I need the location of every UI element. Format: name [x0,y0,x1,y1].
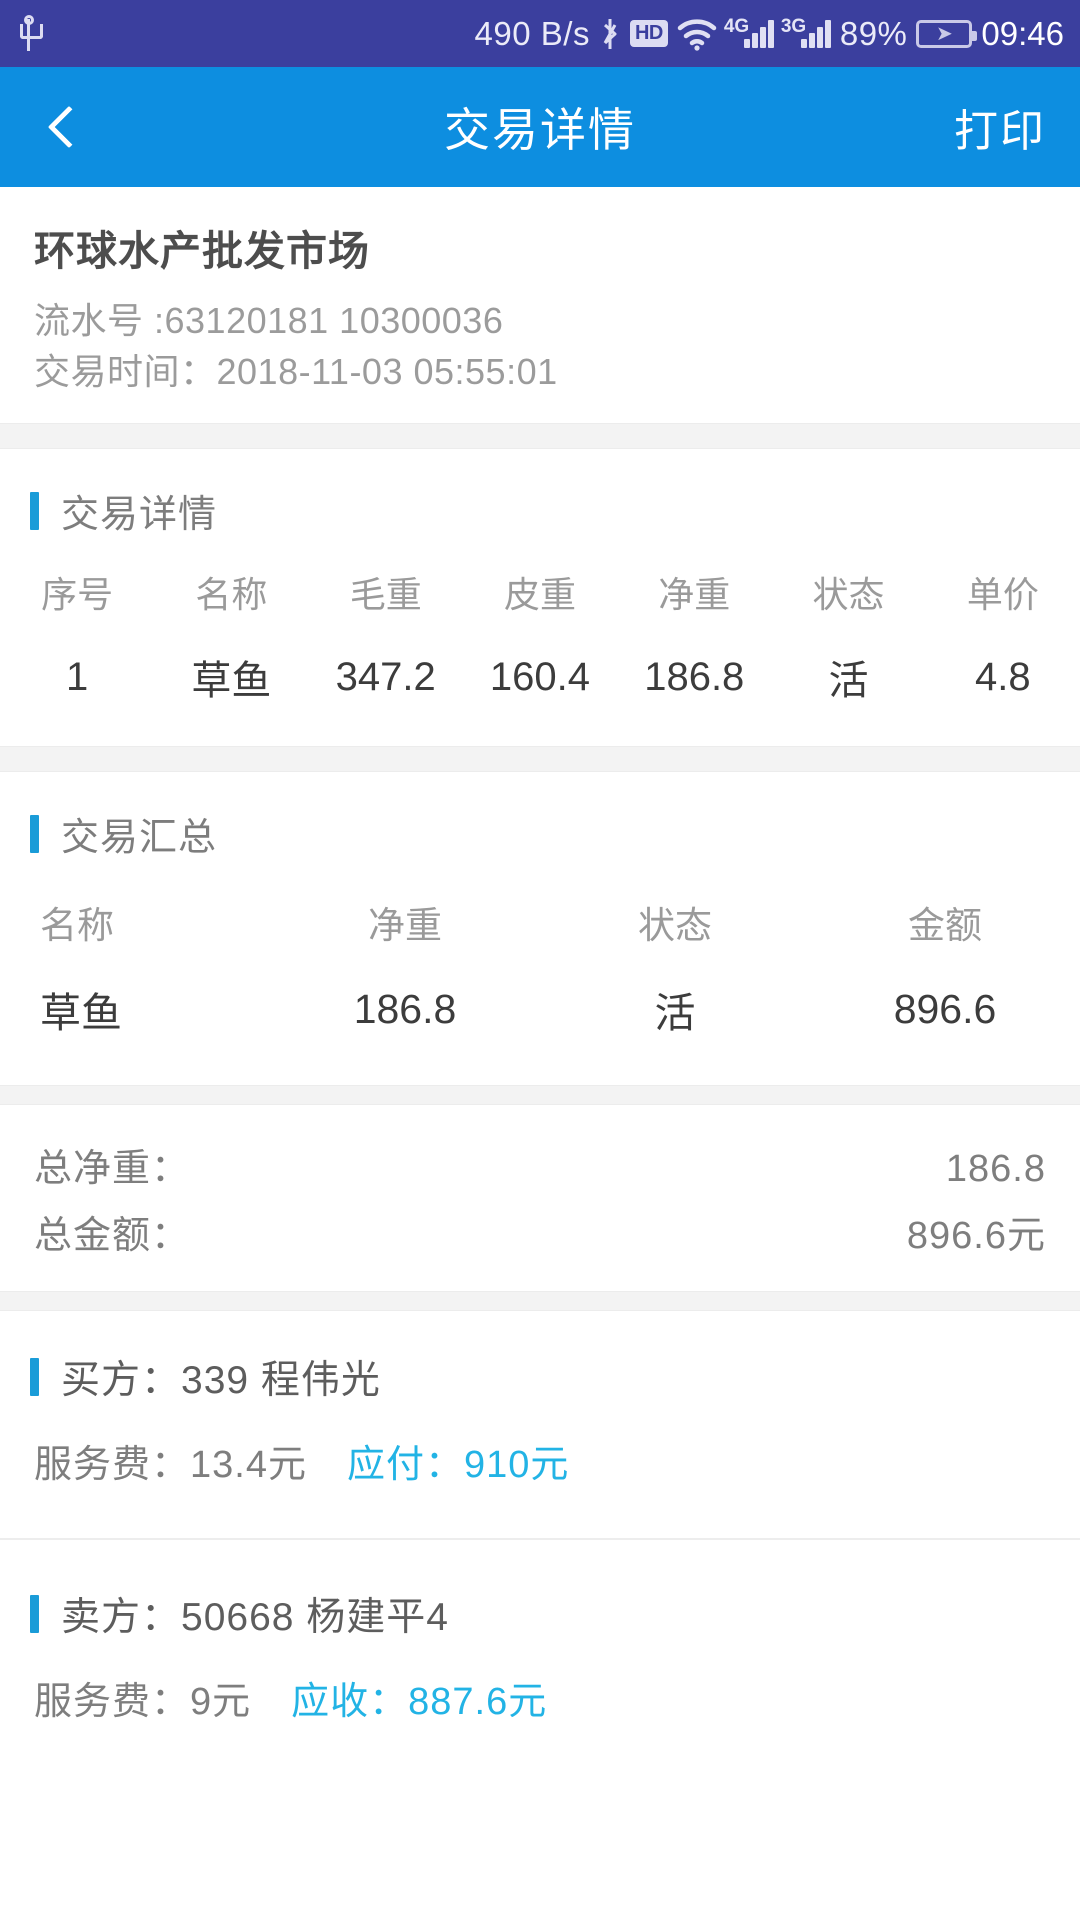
accent-bar [30,814,39,853]
status-bar-left [16,14,43,53]
market-name: 环球水产批发市场 [34,228,370,274]
detail-col-tare: 皮重 [503,574,576,616]
summary-cell-net: 186.8 [353,985,457,1032]
battery-percent-text: 89% [839,14,908,52]
section-divider [0,423,1080,450]
total-net-weight-row: 总净重： 186.8 [34,1131,1046,1198]
signal-4g-icon: 4G [724,16,774,48]
print-button[interactable]: 打印 [954,95,1046,159]
transaction-summary-section: 交易汇总 名称 净重 状态 金额 草鱼 186.8 活 896.6 [0,772,1080,1086]
table-row: 1 草鱼 347.2 160.4 186.8 活 4.8 [0,634,1080,746]
clock-text: 09:46 [981,14,1064,52]
signal-3g-icon: 3G [781,16,831,48]
seller-fee-line: 服务费：9元 应收：887.6元 [0,1652,1080,1765]
buyer-payable-amount: 应付：910元 [346,1444,570,1487]
buyer-fee-line: 服务费：13.4元 应付：910元 [0,1415,1080,1528]
summary-section-header: 交易汇总 [0,772,1080,879]
hd-badge: HD [629,20,668,47]
summary-section-title: 交易汇总 [61,817,218,860]
detail-col-index: 序号 [41,574,114,616]
buyer-header: 买方：339 程伟光 [0,1311,1080,1415]
detail-cell-status: 活 [828,659,869,704]
total-net-weight-label: 总净重： [34,1148,191,1191]
detail-col-gross: 毛重 [349,574,422,616]
accent-bar [30,1358,39,1397]
buyer-section: 买方：339 程伟光 服务费：13.4元 应付：910元 [0,1311,1080,1539]
accent-bar [30,1595,39,1634]
summary-cell-amount: 896.6 [893,985,997,1032]
detail-section-title: 交易详情 [61,494,218,537]
buyer-title: 买方：339 程伟光 [61,1359,381,1403]
detail-cell-price: 4.8 [975,654,1031,699]
transaction-time-line: 交易时间：2018-11-03 05:55:01 [34,351,558,393]
detail-cell-index: 1 [66,654,89,699]
detail-cell-name: 草鱼 [191,659,272,704]
serial-number-line: 流水号 :63120181 10300036 [34,300,504,341]
sim2-label: 3G [780,15,807,37]
wifi-icon [677,17,717,51]
seller-section: 卖方：50668 杨建平4 服务费：9元 应收：887.6元 [0,1540,1080,1776]
seller-service-fee: 服务费：9元 [34,1681,252,1724]
detail-table-header-row: 序号 名称 毛重 皮重 净重 状态 单价 [0,556,1080,634]
network-speed-text: 490 B/s [474,14,590,52]
battery-charging-icon: ➤ [916,19,978,48]
status-bar: 490 B/s HD 4G 3G 89% ➤ 09:46 [0,0,1080,67]
detail-col-name: 名称 [195,574,268,616]
buyer-service-fee: 服务费：13.4元 [34,1444,307,1487]
transaction-detail-section: 交易详情 序号 名称 毛重 皮重 净重 状态 单价 1 草鱼 347.2 160… [0,449,1080,747]
seller-title: 卖方：50668 杨建平4 [61,1596,449,1640]
detail-cell-gross: 347.2 [335,654,436,699]
sim1-label: 4G [723,15,750,37]
totals-block: 总净重： 186.8 总金额： 896.6元 [0,1105,1080,1292]
market-info-block: 环球水产批发市场 流水号 :63120181 10300036 交易时间：201… [0,187,1080,424]
total-amount-label: 总金额： [34,1215,191,1258]
detail-col-status: 状态 [812,574,885,616]
summary-col-status: 状态 [638,905,712,947]
seller-header: 卖方：50668 杨建平4 [0,1540,1080,1652]
total-amount-row: 总金额： 896.6元 [34,1198,1046,1265]
summary-table-header-row: 名称 净重 状态 金额 [0,879,1080,979]
page-title: 交易详情 [444,104,636,156]
seller-receivable-amount: 应收：887.6元 [291,1681,548,1724]
detail-cell-tare: 160.4 [489,654,591,699]
usb-icon [16,14,43,53]
summary-col-net: 净重 [368,905,442,947]
total-amount-value: 896.6元 [906,1215,1046,1258]
total-net-weight-value: 186.8 [945,1148,1046,1191]
table-row: 草鱼 186.8 活 896.6 [0,979,1080,1085]
detail-col-net: 净重 [658,574,731,616]
status-bar-right: 490 B/s HD 4G 3G 89% ➤ 09:46 [475,15,1064,53]
summary-cell-name: 草鱼 [40,990,122,1037]
detail-col-price: 单价 [966,574,1039,616]
detail-table: 序号 名称 毛重 皮重 净重 状态 单价 1 草鱼 347.2 160.4 18… [0,556,1080,746]
section-divider [0,746,1080,773]
detail-section-header: 交易详情 [0,449,1080,556]
chevron-left-icon [47,105,91,149]
summary-cell-status: 活 [654,990,696,1037]
detail-cell-net: 186.8 [644,654,745,699]
bluetooth-icon [599,16,621,52]
summary-table: 名称 净重 状态 金额 草鱼 186.8 活 896.6 [0,879,1080,1085]
summary-col-name: 名称 [40,905,114,947]
section-divider [0,1291,1080,1312]
accent-bar [30,491,39,530]
summary-col-amount: 金额 [908,905,982,947]
app-bar: 交易详情 打印 [0,67,1080,187]
section-divider [0,1085,1080,1106]
back-button[interactable] [34,92,104,162]
